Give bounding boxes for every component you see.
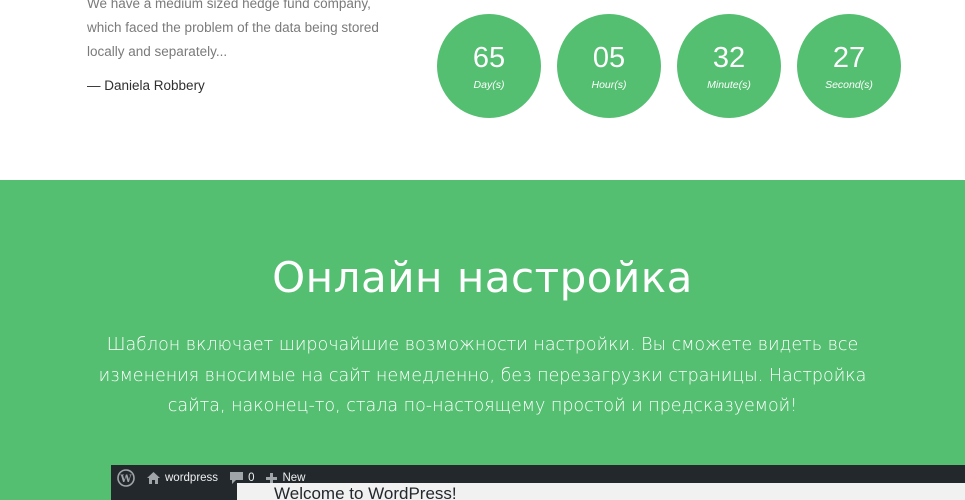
- testimonial-countdown-section: We have a medium sized hedge fund compan…: [0, 0, 965, 180]
- countdown-timer: 65 Day(s) 05 Hour(s) 32 Minute(s) 27 Sec…: [437, 14, 901, 118]
- countdown-hours-value: 05: [592, 42, 626, 74]
- countdown-minutes-value: 32: [712, 42, 746, 74]
- plus-icon: [266, 472, 278, 484]
- countdown-hours-label: Hour(s): [591, 79, 627, 91]
- testimonial-author: — Daniela Robbery: [87, 78, 205, 93]
- countdown-minutes-label: Minute(s): [707, 79, 751, 91]
- svg-text:W: W: [119, 474, 132, 485]
- countdown-days: 65 Day(s): [437, 14, 541, 118]
- section-title: Онлайн настройка: [272, 253, 693, 302]
- online-customization-section: Онлайн настройка Шаблон включает широчай…: [0, 180, 965, 500]
- countdown-days-value: 65: [472, 42, 506, 74]
- wp-welcome-heading: Welcome to WordPress!: [274, 484, 457, 500]
- testimonial-text: We have a medium sized hedge fund compan…: [87, 0, 379, 59]
- home-icon: [147, 472, 160, 484]
- countdown-seconds: 27 Second(s): [797, 14, 901, 118]
- wordpress-admin-preview: W wordpress 0 New Welcome to WordPress!: [111, 465, 965, 500]
- wp-dashboard-content: Welcome to WordPress!: [237, 483, 965, 500]
- wp-site-name: wordpress: [165, 472, 219, 484]
- countdown-minutes: 32 Minute(s): [677, 14, 781, 118]
- countdown-days-label: Day(s): [473, 79, 505, 91]
- testimonial: We have a medium sized hedge fund compan…: [87, 0, 387, 93]
- countdown-hours: 05 Hour(s): [557, 14, 661, 118]
- wordpress-logo-icon[interactable]: W: [117, 469, 135, 487]
- section-description: Шаблон включает широчайшие возможности н…: [98, 335, 867, 416]
- countdown-seconds-label: Second(s): [825, 79, 873, 91]
- countdown-seconds-value: 27: [832, 42, 866, 74]
- wp-site-link[interactable]: wordpress: [147, 472, 218, 484]
